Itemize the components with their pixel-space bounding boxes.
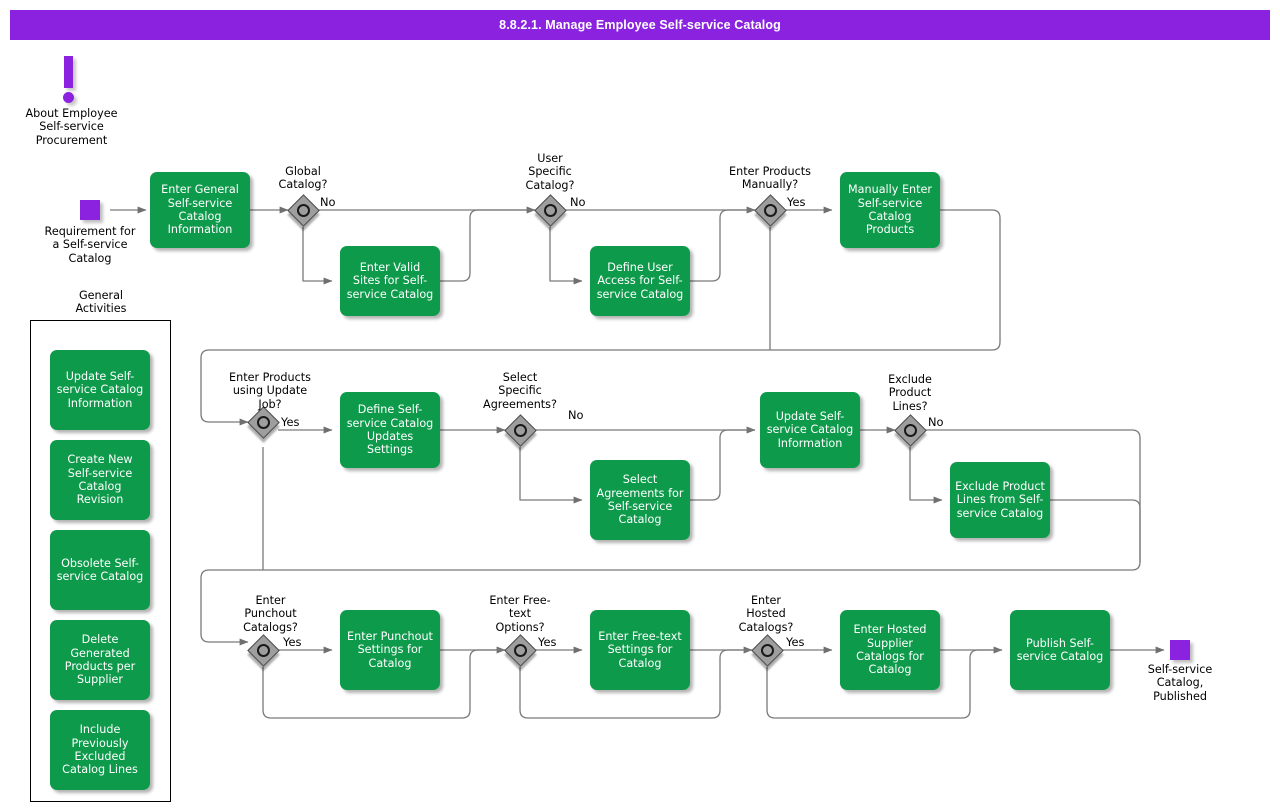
gateway-ring-icon bbox=[297, 204, 310, 217]
gateway-user-specific-label: User Specific Catalog? bbox=[525, 152, 575, 192]
branch-label-user-specific: No bbox=[570, 195, 586, 209]
general-activity-obsolete-catalog[interactable]: Obsolete Self-service Catalog bbox=[50, 530, 150, 610]
activity-enter-hosted-supplier-catalogs[interactable]: Enter Hosted Supplier Catalogs for Catal… bbox=[840, 610, 940, 690]
gateway-ring-icon bbox=[514, 644, 527, 657]
general-activity-delete-generated-products[interactable]: Delete Generated Products per Supplier bbox=[50, 620, 150, 700]
gateway-products-update-job-label: Enter Products using Update Job? bbox=[229, 371, 311, 411]
activity-enter-punchout-settings[interactable]: Enter Punchout Settings for Catalog bbox=[340, 610, 440, 690]
note-label: About Employee Self-service Procurement bbox=[25, 107, 118, 147]
start-event-label: Requirement for a Self-service Catalog bbox=[44, 225, 136, 265]
wire-select-agreements-yes bbox=[519, 447, 583, 504]
wire-exclude-rejoin bbox=[1050, 499, 1141, 562]
start-event-requirement[interactable] bbox=[80, 200, 100, 220]
general-activity-create-new-revision[interactable]: Create New Self-service Catalog Revision bbox=[50, 440, 150, 520]
activity-enter-general-info[interactable]: Enter General Self-service Catalog Infor… bbox=[150, 172, 250, 248]
exclamation-dot bbox=[63, 92, 74, 103]
gateway-enter-products-manually[interactable] bbox=[754, 194, 787, 227]
branch-label-exclude-product-lines: No bbox=[928, 415, 944, 429]
gateway-hosted-catalogs[interactable] bbox=[751, 634, 784, 667]
process-flow-diagram: About Employee Self-service Procurement … bbox=[0, 0, 1280, 810]
activity-define-user-access[interactable]: Define User Access for Self-service Cata… bbox=[590, 246, 690, 316]
gateway-free-text-options-label: Enter Free- text Options? bbox=[489, 594, 551, 634]
activity-manually-enter-products[interactable]: Manually Enter Self-service Catalog Prod… bbox=[840, 172, 940, 248]
gateway-ring-icon bbox=[257, 416, 270, 429]
gateway-products-update-job[interactable] bbox=[247, 406, 280, 439]
branch-label-punchout: Yes bbox=[283, 635, 302, 649]
branch-label-products-manually: Yes bbox=[787, 195, 806, 209]
gateway-user-specific-catalog[interactable] bbox=[534, 194, 567, 227]
wire-exclude-yes bbox=[909, 447, 943, 504]
branch-label-hosted: Yes bbox=[786, 635, 805, 649]
activity-enter-free-text-settings[interactable]: Enter Free-text Settings for Catalog bbox=[590, 610, 690, 690]
wire-select-agr-rejoin bbox=[690, 429, 755, 501]
exclamation-bar bbox=[64, 56, 73, 88]
gateway-select-agreements-label: Select Specific Agreements? bbox=[483, 371, 557, 411]
wire-valid-sites-rejoin bbox=[440, 209, 535, 282]
branch-label-update-job: Yes bbox=[281, 415, 300, 429]
gateway-ring-icon bbox=[761, 644, 774, 657]
activity-enter-valid-sites[interactable]: Enter Valid Sites for Self-service Catal… bbox=[340, 246, 440, 316]
gateway-ring-icon bbox=[257, 644, 270, 657]
gateway-punchout-catalogs[interactable] bbox=[247, 634, 280, 667]
branch-label-global-catalog: No bbox=[320, 195, 336, 209]
gateway-ring-icon bbox=[514, 424, 527, 437]
branch-label-free-text: Yes bbox=[538, 635, 557, 649]
exclamation-icon bbox=[62, 56, 80, 104]
general-activity-update-catalog-info[interactable]: Update Self-service Catalog Information bbox=[50, 350, 150, 430]
activity-publish-catalog[interactable]: Publish Self-service Catalog bbox=[1010, 610, 1110, 690]
gateway-enter-products-manually-label: Enter Products Manually? bbox=[729, 165, 811, 192]
gateway-ring-icon bbox=[544, 204, 557, 217]
wire-user-specific-yes bbox=[549, 227, 583, 285]
general-activity-include-excluded-lines[interactable]: Include Previously Excluded Catalog Line… bbox=[50, 710, 150, 790]
activity-exclude-product-lines[interactable]: Exclude Product Lines from Self-service … bbox=[950, 462, 1050, 538]
end-event-label: Self-service Catalog, Published bbox=[1147, 663, 1213, 703]
gateway-punchout-catalogs-label: Enter Punchout Catalogs? bbox=[243, 594, 298, 634]
activity-select-agreements[interactable]: Select Agreements for Self-service Catal… bbox=[590, 460, 690, 540]
gateway-ring-icon bbox=[904, 424, 917, 437]
activity-define-updates-settings[interactable]: Define Self-service Catalog Updates Sett… bbox=[340, 392, 440, 468]
gateway-exclude-product-lines[interactable] bbox=[894, 414, 927, 447]
gateway-global-catalog[interactable] bbox=[287, 194, 320, 227]
gateway-ring-icon bbox=[764, 204, 777, 217]
gateway-global-catalog-label: Global Catalog? bbox=[278, 165, 328, 192]
wire-global-yes bbox=[302, 227, 333, 285]
gateway-free-text-options[interactable] bbox=[504, 634, 537, 667]
end-event-catalog-published[interactable] bbox=[1170, 640, 1190, 660]
gateway-hosted-catalogs-label: Enter Hosted Catalogs? bbox=[738, 594, 794, 634]
branch-label-select-agreements: No bbox=[568, 408, 584, 422]
gateway-select-specific-agreements[interactable] bbox=[504, 414, 537, 447]
general-activities-title: General Activities bbox=[75, 289, 127, 316]
activity-update-catalog-info[interactable]: Update Self-service Catalog Information bbox=[760, 392, 860, 468]
gateway-exclude-product-lines-label: Exclude Product Lines? bbox=[888, 373, 932, 413]
wire-user-access-rejoin bbox=[690, 209, 755, 282]
